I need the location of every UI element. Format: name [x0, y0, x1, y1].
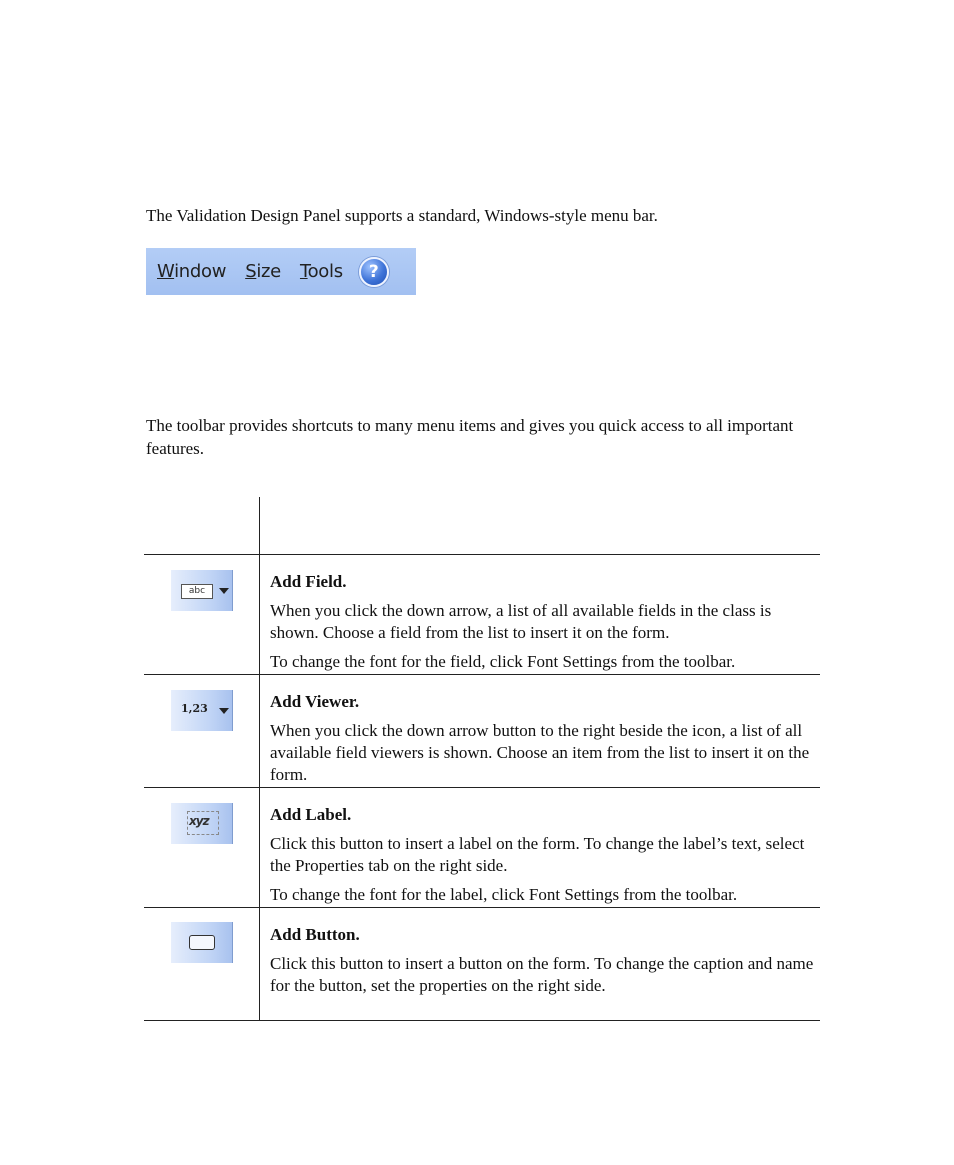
- menu-window[interactable]: Window: [146, 261, 226, 282]
- add-button-icon[interactable]: [171, 922, 233, 963]
- row-description: Click this button to insert a button on …: [270, 954, 814, 995]
- row-description: To change the font for the field, click …: [270, 652, 736, 671]
- menu-tools-mnemonic: T: [299, 261, 308, 282]
- table-header-rule: [144, 554, 820, 555]
- add-viewer-icon-text: 1,23: [181, 702, 208, 715]
- row-title: Add Viewer.: [270, 692, 360, 711]
- table-row: Add Viewer. When you click the down arro…: [270, 691, 815, 793]
- menu-tools-label: ools: [307, 261, 344, 282]
- row-title: Add Button.: [270, 925, 360, 944]
- add-viewer-icon[interactable]: 1,23: [171, 690, 233, 731]
- table-row: Add Field. When you click the down arrow…: [270, 571, 815, 680]
- row-description: When you click the down arrow button to …: [270, 721, 810, 784]
- toolbar-intro-paragraph: The toolbar provides shortcuts to many m…: [146, 416, 794, 458]
- row-description: Click this button to insert a label on t…: [270, 834, 805, 875]
- menu-size[interactable]: Size: [234, 261, 281, 282]
- add-label-icon[interactable]: xyz: [171, 803, 233, 844]
- menu-window-mnemonic: W: [157, 261, 175, 282]
- menu-size-label: ize: [256, 261, 281, 282]
- menu-size-mnemonic: S: [245, 261, 257, 282]
- menu-tools[interactable]: Tools: [289, 261, 343, 282]
- table-row: Add Button. Click this button to insert …: [270, 924, 815, 1004]
- table-bottom-rule: [144, 1020, 820, 1021]
- row-description: To change the font for the label, click …: [270, 885, 738, 904]
- chevron-down-icon[interactable]: [219, 708, 229, 714]
- chevron-down-icon[interactable]: [219, 588, 229, 594]
- row-description: When you click the down arrow, a list of…: [270, 601, 772, 642]
- menu-bar: Window Size Tools ?: [146, 248, 416, 295]
- row-title: Add Field.: [270, 572, 347, 591]
- help-icon[interactable]: ?: [358, 256, 389, 287]
- intro-paragraph: The Validation Design Panel supports a s…: [146, 206, 658, 225]
- menu-window-label: indow: [174, 261, 227, 282]
- row-title: Add Label.: [270, 805, 352, 824]
- add-field-icon[interactable]: abc: [171, 570, 233, 611]
- button-shape: [189, 935, 215, 950]
- table-row: Add Label. Click this button to insert a…: [270, 804, 815, 913]
- add-label-icon-text: xyz: [189, 814, 210, 828]
- add-field-icon-box: abc: [181, 584, 213, 599]
- table-column-divider: [259, 497, 260, 1021]
